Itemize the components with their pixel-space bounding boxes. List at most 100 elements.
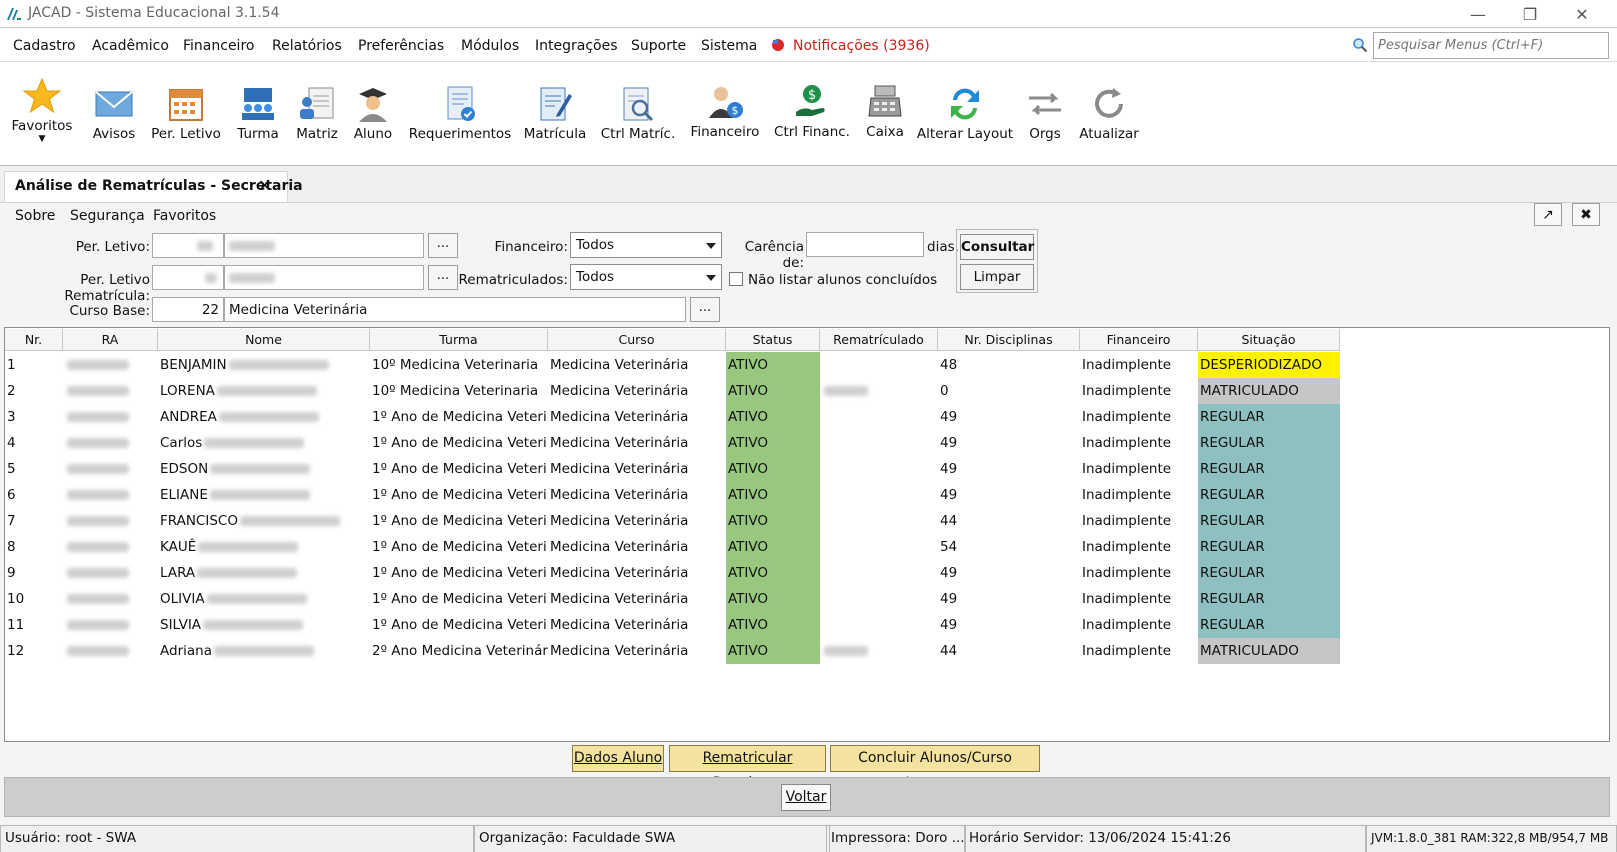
per-letivo-tool[interactable]: Per. Letivo bbox=[150, 84, 222, 142]
submenu-seguranca[interactable]: Segurança bbox=[70, 208, 145, 224]
turma-tool[interactable]: Turma bbox=[232, 84, 284, 142]
column-header-turma[interactable]: Turma bbox=[370, 329, 548, 351]
menu-sistema[interactable]: Sistema bbox=[701, 38, 757, 54]
nao-listar-checkbox[interactable] bbox=[729, 272, 743, 286]
close-window-icon[interactable]: ✕ bbox=[1556, 0, 1608, 28]
caixa-tool[interactable]: Caixa bbox=[860, 82, 910, 140]
cell-rematriculado bbox=[820, 534, 938, 560]
carencia-input[interactable] bbox=[806, 232, 924, 257]
per-letivo-remat-browse-button[interactable]: ... bbox=[428, 265, 458, 290]
cell-nr-disciplinas: 49 bbox=[940, 617, 958, 633]
nome-text: OLIVIA bbox=[160, 591, 205, 607]
menu-financeiro[interactable]: Financeiro bbox=[183, 38, 254, 54]
cell-rematriculado bbox=[820, 482, 938, 508]
envelope-icon bbox=[95, 91, 133, 117]
per-letivo-browse-button[interactable]: ... bbox=[428, 233, 458, 258]
status-usuario: Usuário: root - SWA bbox=[0, 825, 474, 852]
situacao-badge: REGULAR bbox=[1198, 404, 1340, 430]
ctrl-financ-tool[interactable]: $ Ctrl Financ. bbox=[772, 82, 852, 140]
status-badge: ATIVO bbox=[726, 482, 820, 508]
column-header-status[interactable]: Status bbox=[726, 329, 820, 351]
per-letivo-remat-code-input[interactable] bbox=[152, 265, 224, 290]
cell-nome: EDSON bbox=[158, 456, 370, 482]
search-menus-input[interactable] bbox=[1373, 32, 1609, 59]
close-panel-icon[interactable]: ✖ bbox=[1572, 203, 1600, 226]
cell-rematriculado bbox=[820, 586, 938, 612]
per-letivo-name-input[interactable] bbox=[224, 233, 424, 258]
situacao-badge: REGULAR bbox=[1198, 612, 1340, 638]
column-header-nome[interactable]: Nome bbox=[158, 329, 370, 351]
column-header-nr[interactable]: Nr. bbox=[5, 329, 63, 351]
rematriculados-select[interactable]: Todos bbox=[570, 264, 722, 290]
menu-relatorios[interactable]: Relatórios bbox=[272, 38, 342, 54]
column-header-fin[interactable]: Financeiro bbox=[1080, 329, 1198, 351]
requerimentos-tool[interactable]: Requerimentos bbox=[409, 84, 511, 142]
menu-suporte[interactable]: Suporte bbox=[631, 38, 686, 54]
submenu-sobre[interactable]: Sobre bbox=[15, 208, 55, 224]
cell-nr: 2 bbox=[7, 383, 16, 399]
financeiro-tool[interactable]: $ Financeiro bbox=[688, 82, 762, 140]
menu-cadastro[interactable]: Cadastro bbox=[13, 38, 76, 54]
menu-academico[interactable]: Acadêmico bbox=[92, 38, 169, 54]
alterar-layout-tool[interactable]: Alterar Layout bbox=[917, 84, 1013, 142]
concluir-alunos-button[interactable]: Concluir Alunos/Curso Ingresso bbox=[830, 745, 1040, 791]
menu-preferencias[interactable]: Preferências bbox=[358, 38, 444, 54]
consultar-button[interactable]: Consultar bbox=[960, 234, 1034, 260]
curso-base-browse-button[interactable]: ... bbox=[690, 297, 720, 322]
situacao-badge: REGULAR bbox=[1198, 508, 1340, 534]
dados-aluno-button[interactable]: Dados Aluno bbox=[572, 745, 664, 772]
cell-nr: 9 bbox=[7, 565, 16, 581]
cell-financeiro: Inadimplente bbox=[1082, 643, 1172, 659]
column-header-sit[interactable]: Situação bbox=[1198, 329, 1340, 351]
matricula-tool[interactable]: Matrícula bbox=[522, 84, 588, 142]
jacad-logo-icon bbox=[7, 8, 21, 20]
cell-financeiro: Inadimplente bbox=[1082, 487, 1172, 503]
detach-window-icon[interactable]: ↗ bbox=[1534, 203, 1562, 226]
rematricular-regulares-button[interactable]: Rematricular Regulares bbox=[669, 745, 826, 791]
per-letivo-label: Per. Letivo: bbox=[75, 239, 150, 255]
enrollment-edit-icon bbox=[540, 87, 572, 121]
submenu-favoritos[interactable]: Favoritos bbox=[153, 208, 216, 224]
matriz-tool[interactable]: Matriz bbox=[292, 84, 342, 142]
atualizar-tool[interactable]: Atualizar bbox=[1076, 84, 1142, 142]
cell-nr-disciplinas: 49 bbox=[940, 591, 958, 607]
cell-turma: 1º Ano de Medicina Veteri... bbox=[372, 435, 548, 451]
status-impressora: Impressora: Doro ... bbox=[826, 825, 966, 852]
orgs-tool[interactable]: Orgs bbox=[1020, 84, 1070, 142]
voltar-button[interactable]: Voltar bbox=[781, 784, 831, 811]
status-badge: ATIVO bbox=[726, 352, 820, 378]
financeiro-select[interactable]: Todos bbox=[570, 232, 722, 258]
ctrl-matric-tool[interactable]: Ctrl Matríc. bbox=[598, 84, 678, 142]
column-header-ra[interactable]: RA bbox=[63, 329, 158, 351]
per-letivo-remat-name-input[interactable] bbox=[224, 265, 424, 290]
cell-nr: 4 bbox=[7, 435, 16, 451]
cell-curso: Medicina Veterinária bbox=[550, 513, 689, 529]
column-header-curso[interactable]: Curso bbox=[548, 329, 726, 351]
cell-turma: 1º Ano de Medicina Veteri... bbox=[372, 487, 548, 503]
column-header-remat[interactable]: Rematrículado bbox=[820, 329, 938, 351]
per-letivo-code-input[interactable] bbox=[152, 233, 224, 258]
curso-base-code-input[interactable]: 22 bbox=[152, 297, 224, 322]
tab-close-icon[interactable]: ✕ bbox=[258, 176, 271, 195]
limpar-button[interactable]: Limpar bbox=[960, 264, 1034, 290]
curso-base-name-input[interactable]: Medicina Veterinária bbox=[224, 297, 686, 322]
cell-curso: Medicina Veterinária bbox=[550, 435, 689, 451]
nome-text: BENJAMIN bbox=[160, 357, 227, 373]
nome-text: EDSON bbox=[160, 461, 209, 477]
avisos-tool[interactable]: Avisos bbox=[88, 84, 140, 142]
cell-ra-redacted bbox=[63, 378, 158, 404]
restore-icon[interactable]: ❐ bbox=[1504, 0, 1556, 28]
notification-icon[interactable] bbox=[771, 38, 785, 52]
cell-turma: 1º Ano de Medicina Veteri... bbox=[372, 461, 548, 477]
cell-curso: Medicina Veterinária bbox=[550, 461, 689, 477]
menu-integracoes[interactable]: Integrações bbox=[535, 38, 618, 54]
favoritos-tool[interactable]: Favoritos ▼ bbox=[6, 76, 78, 144]
notifications-link[interactable]: Notificações (3936) bbox=[793, 38, 930, 54]
aluno-tool[interactable]: Aluno bbox=[348, 84, 398, 142]
cell-ra-redacted bbox=[63, 352, 158, 378]
cell-nr-disciplinas: 54 bbox=[940, 539, 958, 555]
minimize-icon[interactable]: — bbox=[1452, 0, 1504, 28]
cell-nome: LARA bbox=[158, 560, 370, 586]
column-header-disc[interactable]: Nr. Disciplinas bbox=[938, 329, 1080, 351]
menu-modulos[interactable]: Módulos bbox=[461, 38, 519, 54]
